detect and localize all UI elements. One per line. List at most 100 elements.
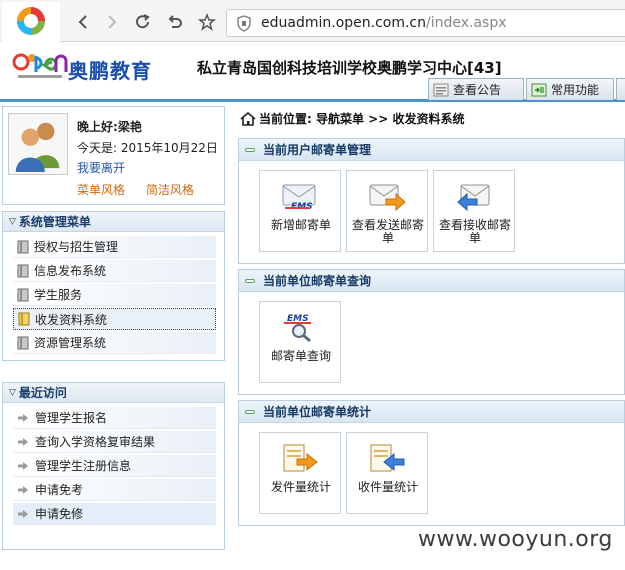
- arrow-right-icon: [18, 413, 28, 422]
- ems-search-icon: EMS: [284, 314, 311, 343]
- open-logo-icon: [12, 53, 68, 78]
- receive-stat-icon: [370, 444, 405, 472]
- user-panel: 晚上好:梁艳 今天是: 2015年10月22日 我要离开 菜单风格 简洁风格: [2, 106, 225, 205]
- tab-announcements[interactable]: 查看公告: [428, 78, 524, 100]
- undo-icon: [168, 15, 182, 28]
- tile-send-stats[interactable]: 发件量统计: [259, 432, 341, 514]
- breadcrumb-text: 当前位置: 导航菜单 >> 收发资料系统: [259, 112, 465, 126]
- watermark: www.wooyun.org: [418, 527, 613, 552]
- user-name: 梁艳: [117, 120, 142, 134]
- send-mail-icon: [369, 184, 406, 212]
- url-text: eduadmin.open.com.cn/index.aspx: [261, 15, 507, 31]
- book-icon: [17, 288, 29, 301]
- breadcrumb: 当前位置: 导航菜单 >> 收发资料系统: [240, 110, 464, 127]
- url-host: eduadmin.open.com.cn: [261, 15, 426, 31]
- arrow-right-icon: [108, 15, 117, 29]
- home-icon: [240, 111, 256, 126]
- tile-label: 邮寄单查询: [270, 349, 331, 363]
- open-book-icon: [18, 312, 30, 326]
- arrow-right-icon: [18, 437, 28, 446]
- tile-receive-stats[interactable]: 收件量统计: [346, 432, 428, 514]
- collapse-dash-icon: [245, 278, 255, 283]
- reload-button[interactable]: [132, 11, 154, 33]
- section-header[interactable]: 当前单位邮寄单查询: [239, 270, 624, 292]
- tile-row: 发件量统计 收件量统计: [259, 432, 433, 514]
- tile-new-mail[interactable]: EMS 新增邮寄单: [259, 170, 341, 252]
- book-icon: [17, 336, 29, 349]
- menu-item-label: 资源管理系统: [34, 336, 107, 350]
- tile-view-sent[interactable]: 查看发送邮寄单: [346, 170, 428, 252]
- tile-row: EMS 新增邮寄单 查看发送邮寄单 查看接收邮寄单: [259, 170, 520, 252]
- arrow-right-icon: [18, 461, 28, 470]
- menu-item-label: 授权与招生管理: [34, 240, 119, 254]
- section-unit-query: 当前单位邮寄单查询 EMS 邮寄单查询: [238, 269, 625, 395]
- tile-view-received[interactable]: 查看接收邮寄单: [433, 170, 515, 252]
- greeting: 晚上好:梁艳: [77, 118, 142, 135]
- recent-item-admission-review[interactable]: 查询入学资格复审结果: [13, 431, 216, 453]
- recent-item-course-exemption[interactable]: 申请免修: [13, 503, 216, 525]
- tab-common-functions-label: 常用功能: [551, 83, 600, 97]
- recent-title[interactable]: ▽ 最近访问: [3, 383, 224, 403]
- recent-title-label: 最近访问: [18, 386, 67, 400]
- menu-item-student-service[interactable]: 学生服务: [13, 284, 216, 306]
- forward-button[interactable]: [101, 11, 123, 33]
- section-title: 当前用户邮寄单管理: [263, 143, 372, 157]
- recent-item-exam-exemption[interactable]: 申请免考: [13, 479, 216, 501]
- functions-icon: [531, 83, 547, 96]
- menu-item-label: 学生服务: [34, 288, 83, 302]
- tab-announcements-label: 查看公告: [453, 83, 502, 97]
- address-bar[interactable]: eduadmin.open.com.cn/index.aspx: [226, 9, 625, 37]
- user-avatar: [8, 113, 68, 175]
- system-menu-list: 授权与招生管理 信息发布系统 学生服务 收发资料系统 资源管理系统: [3, 232, 224, 354]
- book-icon: [17, 240, 29, 253]
- recent-item-registration[interactable]: 管理学生报名: [13, 407, 216, 429]
- reload-icon: [136, 14, 150, 29]
- url-path: /index.aspx: [426, 15, 507, 31]
- system-menu-title-label: 系统管理菜单: [18, 215, 91, 229]
- site-header: 奥鹏教育 私立青岛国创科技培训学校奥鹏学习中心[43] 查看公告 常用功能: [0, 42, 625, 102]
- recent-item-label: 申请免考: [35, 483, 84, 497]
- system-menu-title[interactable]: ▽ 系统管理菜单: [3, 212, 224, 232]
- browser-logo-icon: [2, 2, 60, 42]
- tile-row: EMS 邮寄单查询: [259, 301, 346, 383]
- book-icon: [17, 264, 29, 277]
- recent-item-label: 查询入学资格复审结果: [35, 435, 156, 449]
- main-content: 当前位置: 导航菜单 >> 收发资料系统 当前用户邮寄单管理 EMS 新增邮寄单: [236, 104, 625, 570]
- recent-item-label: 管理学生注册信息: [35, 459, 132, 473]
- undo-button[interactable]: [164, 11, 186, 33]
- menu-item-label: 收发资料系统: [35, 312, 108, 327]
- tab-more[interactable]: [616, 78, 625, 100]
- menu-style-link[interactable]: 菜单风格: [77, 181, 125, 198]
- menu-item-label: 信息发布系统: [34, 264, 107, 278]
- logout-link[interactable]: 我要离开: [77, 159, 125, 176]
- tab-common-functions[interactable]: 常用功能: [526, 78, 614, 100]
- recent-item-student-info[interactable]: 管理学生注册信息: [13, 455, 216, 477]
- menu-item-enrollment[interactable]: 授权与招生管理: [13, 236, 216, 258]
- shield-icon: [237, 15, 251, 32]
- star-icon: [198, 13, 216, 31]
- sidebar: 晚上好:梁艳 今天是: 2015年10月22日 我要离开 菜单风格 简洁风格 ▽…: [2, 104, 226, 570]
- recent-list: 管理学生报名 查询入学资格复审结果 管理学生注册信息 申请免考 申请免修: [3, 403, 224, 525]
- tile-mail-query[interactable]: EMS 邮寄单查询: [259, 301, 341, 383]
- tile-label: 新增邮寄单: [270, 218, 331, 232]
- favorite-button[interactable]: [196, 11, 218, 33]
- section-header[interactable]: 当前单位邮寄单统计: [239, 401, 624, 423]
- simple-style-link[interactable]: 简洁风格: [146, 181, 194, 198]
- arrow-left-icon: [78, 15, 87, 29]
- tile-label: 查看发送邮寄单: [351, 218, 424, 245]
- menu-item-info-publish[interactable]: 信息发布系统: [13, 260, 216, 282]
- back-button[interactable]: [72, 11, 94, 33]
- section-unit-statistics: 当前单位邮寄单统计 发件量统计 收件量统计: [238, 400, 625, 526]
- tile-label: 收件量统计: [357, 480, 418, 494]
- section-user-mail: 当前用户邮寄单管理 EMS 新增邮寄单 查看发送邮寄单: [238, 138, 625, 264]
- menu-item-resources[interactable]: 资源管理系统: [13, 332, 216, 354]
- section-title: 当前单位邮寄单统计: [263, 405, 372, 419]
- arrow-right-icon: [18, 509, 28, 518]
- recent-item-label: 管理学生报名: [35, 411, 108, 425]
- section-title: 当前单位邮寄单查询: [263, 274, 372, 288]
- collapse-dash-icon: [245, 147, 255, 152]
- tile-label: 查看接收邮寄单: [438, 218, 511, 245]
- menu-item-materials[interactable]: 收发资料系统: [13, 308, 216, 330]
- browser-toolbar: eduadmin.open.com.cn/index.aspx: [0, 0, 625, 42]
- section-header[interactable]: 当前用户邮寄单管理: [239, 139, 624, 161]
